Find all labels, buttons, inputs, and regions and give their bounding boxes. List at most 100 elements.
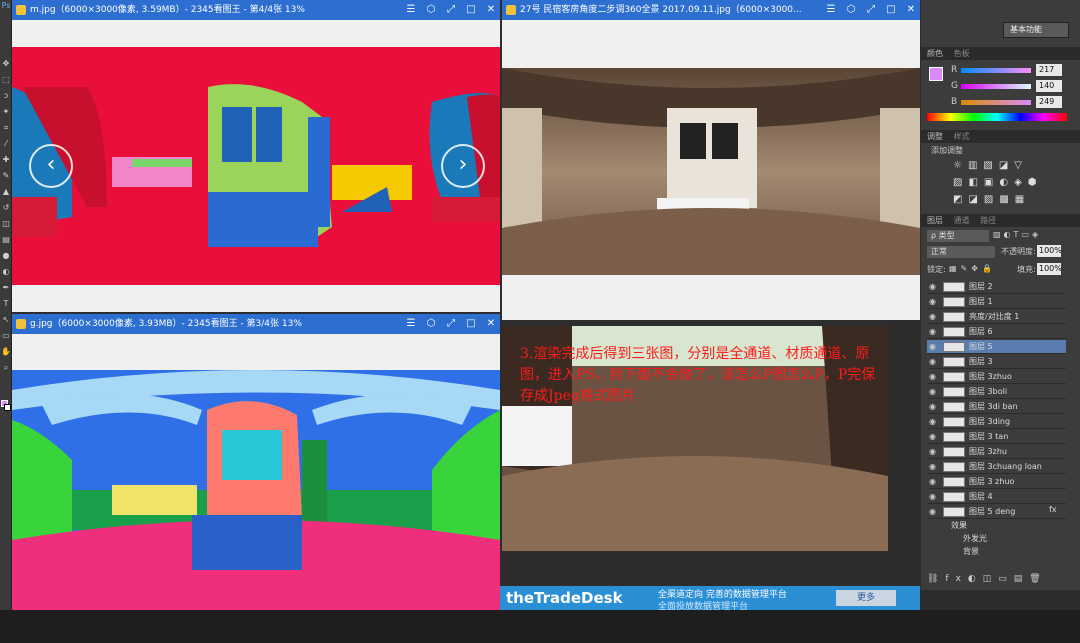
layer-row[interactable]: ◉ 图层 3 tan [927,430,1066,444]
visibility-eye-icon[interactable]: ◉ [929,460,939,474]
image-canvas[interactable] [502,68,920,275]
layer-row[interactable]: ◉ 图层 5 [927,340,1066,354]
layer-panel-footer[interactable]: ⛓fx◐◫▭▤🗑 [927,574,1067,586]
visibility-eye-icon[interactable]: ◉ [929,490,939,504]
tab-adjustments[interactable]: 调整 [927,132,943,141]
maximize-button[interactable]: □ [464,314,478,334]
image-canvas[interactable] [12,370,500,616]
r-value-input[interactable]: 217 [1036,64,1062,76]
fill-input[interactable]: 100% [1037,263,1062,275]
color-foreground-swatch[interactable] [929,67,943,81]
layer-row[interactable]: ◉ 图层 6 [927,325,1066,339]
dodge-tool-icon[interactable]: ◐ [1,266,11,278]
fullscreen-button[interactable]: ⤢ [444,0,458,20]
fullscreen-button[interactable]: ⤢ [444,314,458,334]
adjustment-icons-row1[interactable]: ☼▥▧◪▽ [953,160,1028,171]
viewer-window-m[interactable]: m.jpg（6000×3000像素, 3.59MB）- 2345看图王 - 第4… [12,0,500,312]
title-bar[interactable]: m.jpg（6000×3000像素, 3.59MB）- 2345看图王 - 第4… [12,0,500,20]
gradient-tool-icon[interactable]: ▤ [1,234,11,246]
visibility-eye-icon[interactable]: ◉ [929,295,939,309]
r-slider[interactable] [961,68,1031,73]
crop-tool-icon[interactable]: ⌗ [1,122,11,134]
ad-banner[interactable]: theTradeDesk 全渠道定向 完善的数据管理平台 全面投放数据管理平台 … [500,586,920,612]
layer-filter-select[interactable]: ρ 类型 [927,230,989,242]
visibility-eye-icon[interactable]: ◉ [929,415,939,429]
stamp-tool-icon[interactable]: ▲ [1,186,11,198]
visibility-eye-icon[interactable]: ◉ [929,325,939,339]
visibility-eye-icon[interactable]: ◉ [929,400,939,414]
close-button[interactable]: ✕ [484,314,498,334]
background-layer-name[interactable]: 背景 [963,546,979,557]
layer-row[interactable]: ◉ 图层 3chuang loan [927,460,1066,474]
blur-tool-icon[interactable]: ● [1,250,11,262]
healing-brush-icon[interactable]: ✚ [1,154,11,166]
visibility-eye-icon[interactable]: ◉ [929,505,939,519]
g-slider[interactable] [961,84,1031,89]
visibility-eye-icon[interactable]: ◉ [929,355,939,369]
g-value-input[interactable]: 140 [1036,80,1062,92]
layer-row[interactable]: ◉ 图层 4 [927,490,1066,504]
tab-channels[interactable]: 通道 [954,216,970,225]
prev-image-button[interactable]: ‹ [29,144,73,188]
layer-row[interactable]: ◉ 图层 3ding [927,415,1066,429]
zoom-tool-icon[interactable]: ⌕ [1,362,11,374]
layer-row[interactable]: ◉ 图层 3 [927,355,1066,369]
visibility-eye-icon[interactable]: ◉ [929,430,939,444]
blend-mode-select[interactable]: 正常 [927,246,995,258]
hand-tool-icon[interactable]: ✋ [1,346,11,358]
maximize-button[interactable]: □ [884,0,898,20]
ad-more-button[interactable]: 更多 [836,590,896,606]
workspace-select[interactable]: 基本功能 [1003,22,1069,38]
image-canvas[interactable]: ‹ › [12,47,500,285]
viewer-window-g[interactable]: g.jpg（6000×3000像素, 3.93MB）- 2345看图王 - 第3… [12,314,500,643]
layer-row[interactable]: ◉ 图层 3zhuo [927,370,1066,384]
tab-paths[interactable]: 路径 [980,216,996,225]
type-tool-icon[interactable]: T [1,298,11,310]
visibility-eye-icon[interactable]: ◉ [929,370,939,384]
filter-icons[interactable]: ▨◐T▭◈ [993,230,1041,239]
magic-wand-icon[interactable]: ✦ [1,106,11,118]
visibility-eye-icon[interactable]: ◉ [929,310,939,324]
visibility-eye-icon[interactable]: ◉ [929,445,939,459]
lock-icons[interactable]: ▦✎✥🔒 [949,264,996,273]
layer-row[interactable]: ◉ 图层 2 [927,280,1066,294]
move-tool-icon[interactable]: ✥ [1,58,11,70]
tab-layers[interactable]: 图层 [927,216,943,225]
title-bar[interactable]: 27号 民宿客房角度二步调360全景 2017.09.11.jpg（6000×3… [502,0,920,20]
fullscreen-button[interactable]: ⤢ [864,0,878,20]
skin-button[interactable]: ⬡ [424,0,438,20]
viewer-window-pano[interactable]: 27号 民宿客房角度二步调360全景 2017.09.11.jpg（6000×3… [502,0,920,320]
layer-row[interactable]: ◉ 图层 3zhu [927,445,1066,459]
close-button[interactable]: ✕ [484,0,498,20]
visibility-eye-icon[interactable]: ◉ [929,385,939,399]
b-slider[interactable] [961,100,1031,105]
visibility-eye-icon[interactable]: ◉ [929,280,939,294]
color-spectrum-bar[interactable] [927,113,1067,121]
shape-tool-icon[interactable]: ▭ [1,330,11,342]
layer-row[interactable]: ◉ 图层 3boli [927,385,1066,399]
marquee-tool-icon[interactable]: ⬚ [1,74,11,86]
history-brush-icon[interactable]: ↺ [1,202,11,214]
brush-tool-icon[interactable]: ✎ [1,170,11,182]
menu-button[interactable]: ☰ [824,0,838,20]
ps-document-canvas[interactable]: 3.渲染完成后得到三张图，分别是全通道、材质通道、原图，进入PS，到下面不会做了… [502,326,888,551]
skin-button[interactable]: ⬡ [424,314,438,334]
tab-swatches[interactable]: 色板 [954,49,970,58]
visibility-eye-icon[interactable]: ◉ [929,340,939,354]
b-value-input[interactable]: 249 [1036,96,1062,108]
layer-row[interactable]: ◉ 亮度/对比度 1 [927,310,1066,324]
eyedropper-icon[interactable]: ⁄ [1,138,11,150]
layer-row[interactable]: ◉ 图层 1 [927,295,1066,309]
menu-button[interactable]: ☰ [404,0,418,20]
lasso-tool-icon[interactable]: ↄ [1,90,11,102]
eraser-tool-icon[interactable]: ◫ [1,218,11,230]
adjustment-icons-row2[interactable]: ▨◧▣◐◈⬢ [953,177,1043,188]
title-bar[interactable]: g.jpg（6000×3000像素, 3.93MB）- 2345看图王 - 第3… [12,314,500,334]
maximize-button[interactable]: □ [464,0,478,20]
tab-color[interactable]: 颜色 [927,49,943,58]
next-image-button[interactable]: › [441,144,485,188]
layer-row[interactable]: ◉ 图层 3 zhuo [927,475,1066,489]
background-color-swatch[interactable] [4,404,11,411]
layer-row[interactable]: ◉ 图层 3di ban [927,400,1066,414]
menu-button[interactable]: ☰ [404,314,418,334]
